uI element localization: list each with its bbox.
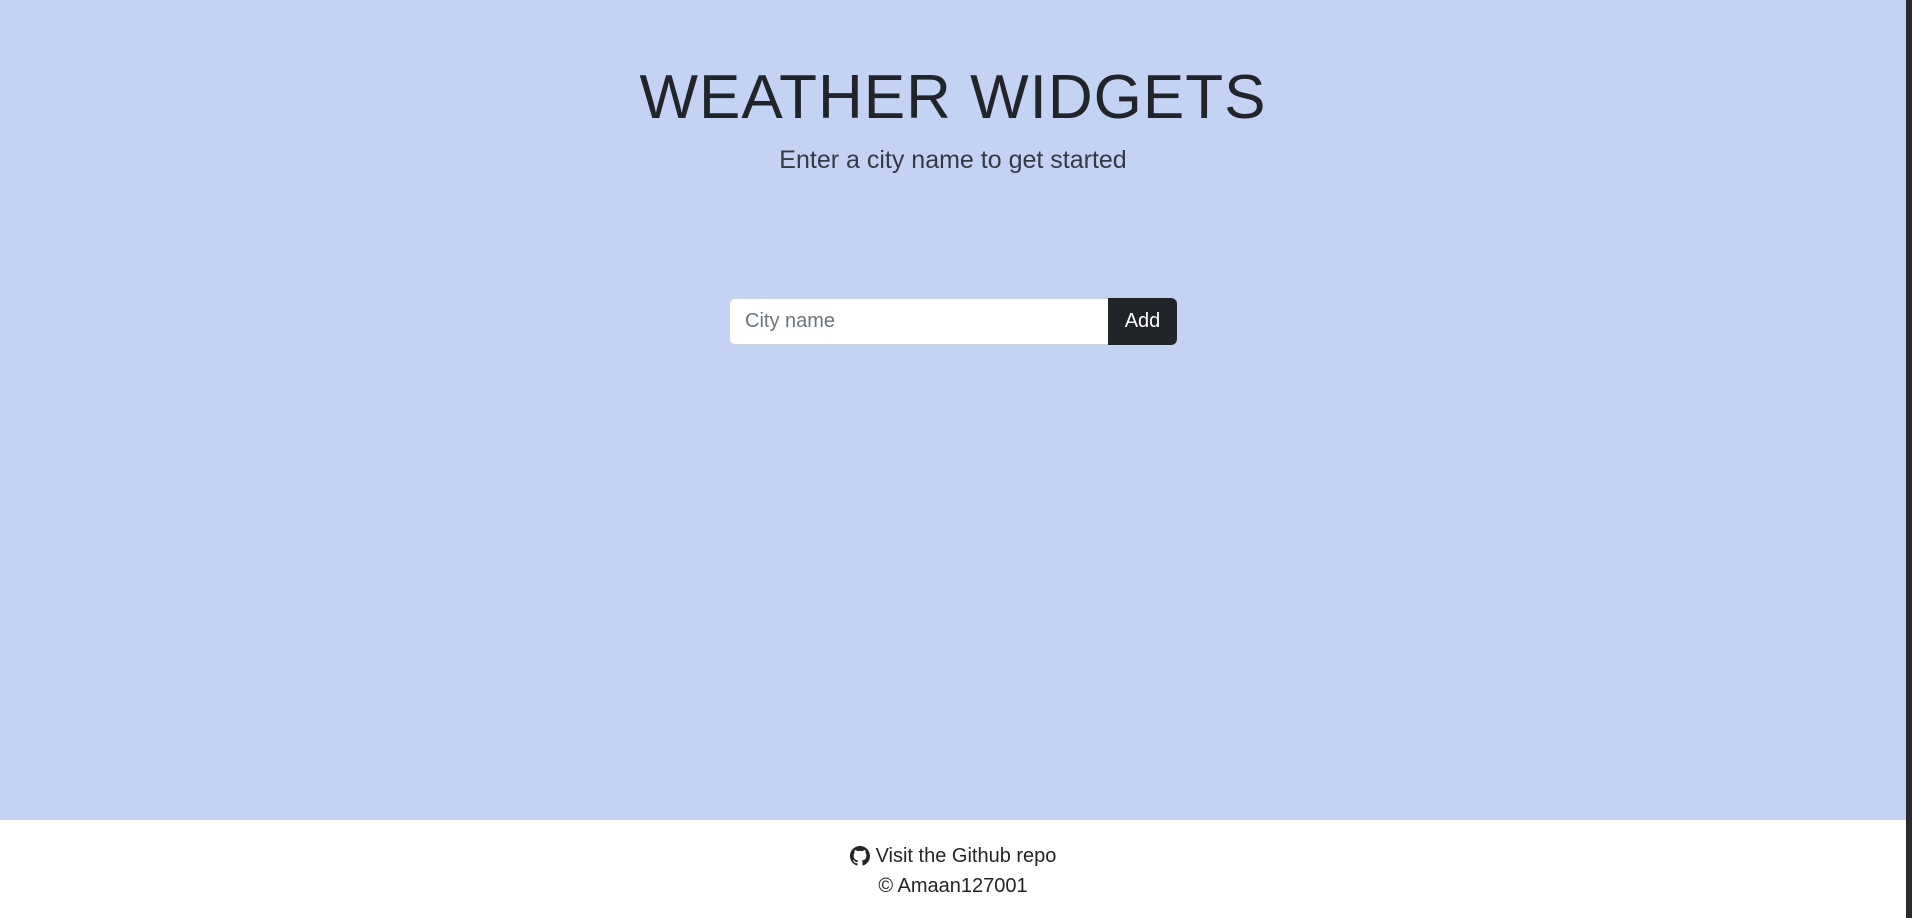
add-city-button[interactable]: Add bbox=[1108, 298, 1177, 345]
copyright-text: © Amaan127001 bbox=[878, 875, 1028, 897]
github-repo-link[interactable]: Visit the Github repo bbox=[0, 842, 1906, 870]
city-name-input[interactable] bbox=[729, 298, 1108, 345]
github-repo-label: Visit the Github repo bbox=[875, 845, 1057, 867]
page-subtitle: Enter a city name to get started bbox=[779, 146, 1127, 174]
main-section: WEATHER WIDGETS Enter a city name to get… bbox=[0, 0, 1912, 820]
window-edge bbox=[1906, 0, 1912, 918]
city-search-form: Add bbox=[729, 298, 1177, 345]
page-title: WEATHER WIDGETS bbox=[639, 63, 1267, 132]
footer: Visit the Github repo © Amaan127001 bbox=[0, 820, 1912, 918]
github-icon bbox=[849, 846, 870, 866]
